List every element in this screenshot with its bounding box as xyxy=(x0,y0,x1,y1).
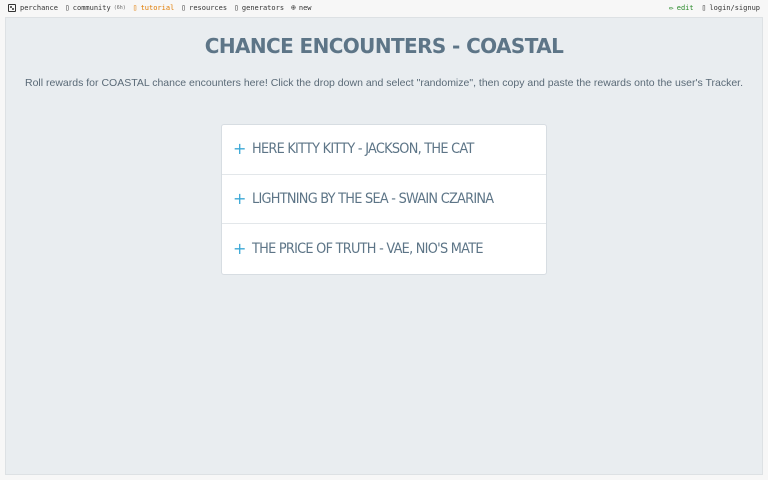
encounter-accordion: + HERE KITTY KITTY - JACKSON, THE CAT + … xyxy=(221,124,547,275)
expand-plus-icon: + xyxy=(233,139,247,159)
community-badge: (6h) xyxy=(113,5,126,11)
nav-generators-label: generators xyxy=(241,4,285,12)
dice-icon xyxy=(8,4,16,12)
accordion-item-price-of-truth[interactable]: + THE PRICE OF TRUTH - VAE, NIO'S MATE xyxy=(222,224,546,274)
book-icon: ▯ xyxy=(132,3,138,12)
nav-resources-link[interactable]: ▯ resources xyxy=(181,3,228,13)
list-icon: ▯ xyxy=(234,3,239,12)
accordion-item-here-kitty-kitty[interactable]: + HERE KITTY KITTY - JACKSON, THE CAT xyxy=(222,125,546,175)
nav-tutorial-link[interactable]: ▯ tutorial xyxy=(132,3,175,13)
nav-tutorial-label: tutorial xyxy=(140,4,175,12)
accordion-item-label: THE PRICE OF TRUTH - VAE, NIO'S MATE xyxy=(252,240,483,257)
nav-new-label: new xyxy=(298,4,312,12)
nav-login-label: login/signup xyxy=(709,4,760,12)
user-icon: ▯ xyxy=(701,3,707,12)
nav-left-group: perchance ▯ community (6h) ▯ tutorial ▯ … xyxy=(8,4,319,12)
expand-plus-icon: + xyxy=(233,238,247,258)
top-nav-bar: perchance ▯ community (6h) ▯ tutorial ▯ … xyxy=(0,0,768,16)
expand-plus-icon: + xyxy=(233,188,247,208)
nav-edit-label: edit xyxy=(676,4,694,12)
nav-new-link[interactable]: ⊕ new xyxy=(291,3,312,13)
chat-icon: ▯ xyxy=(64,3,70,12)
accordion-item-lightning-by-the-sea[interactable]: + LIGHTNING BY THE SEA - SWAIN CZARINA xyxy=(222,175,546,224)
nav-perchance-link[interactable]: perchance xyxy=(8,4,58,12)
nav-perchance-label: perchance xyxy=(20,4,58,12)
nav-community-link[interactable]: ▯ community (6h) xyxy=(64,3,126,13)
plus-circle-icon: ⊕ xyxy=(291,3,296,12)
accordion-item-label: LIGHTNING BY THE SEA - SWAIN CZARINA xyxy=(252,190,494,207)
accordion-item-label: HERE KITTY KITTY - JACKSON, THE CAT xyxy=(252,141,474,158)
nav-generators-link[interactable]: ▯ generators xyxy=(234,3,285,13)
intro-text: Roll rewards for COASTAL chance encounte… xyxy=(25,77,743,89)
book-icon: ▯ xyxy=(181,3,187,12)
pencil-icon: ✏ xyxy=(668,3,674,12)
nav-right-group: ✏ edit ▯ login/signup xyxy=(661,3,760,13)
page-title: CHANCE ENCOUNTERS - COASTAL xyxy=(204,34,564,58)
nav-login-link[interactable]: ▯ login/signup xyxy=(701,3,760,13)
nav-resources-label: resources xyxy=(189,4,228,12)
nav-edit-link[interactable]: ✏ edit xyxy=(668,3,694,13)
main-panel: CHANCE ENCOUNTERS - COASTAL Roll rewards… xyxy=(5,17,763,475)
nav-community-label: community xyxy=(72,4,111,12)
